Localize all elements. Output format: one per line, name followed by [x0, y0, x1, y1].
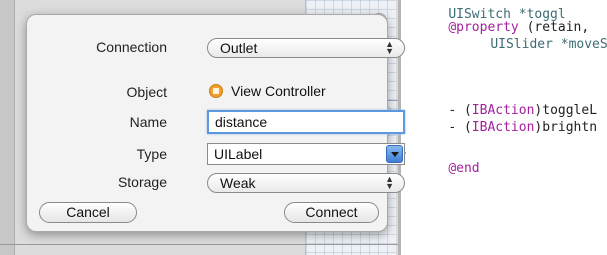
type-combo-box[interactable]: UILabel [207, 143, 405, 165]
dropdown-arrow-icon[interactable] [386, 145, 403, 163]
code-line: UISlider *moveS [459, 22, 607, 67]
object-value: View Controller [231, 83, 326, 99]
connection-value: Outlet [220, 40, 258, 56]
code-line: - (IBAction)brightn [417, 105, 597, 150]
storage-label: Storage [117, 174, 167, 190]
object-label: Object [126, 84, 167, 100]
code-keyword: @end [448, 161, 480, 176]
code-line: @end [417, 146, 480, 191]
code-text: )brightn [534, 120, 598, 135]
storage-popup[interactable]: Weak ▲ ▼ [207, 173, 405, 193]
cancel-button[interactable]: Cancel [39, 202, 137, 223]
code-keyword: IBAction [471, 120, 535, 135]
type-value: UILabel [214, 146, 263, 162]
canvas-left-strip [0, 0, 15, 255]
view-controller-icon [209, 84, 223, 98]
code-text: - ( [448, 120, 472, 135]
connect-button[interactable]: Connect [284, 202, 379, 223]
updown-arrows-icon: ▲ ▼ [385, 174, 394, 191]
canvas-divider [0, 244, 400, 245]
name-field[interactable] [207, 110, 405, 134]
name-label: Name [129, 114, 167, 130]
code-editor[interactable]: UISwitch *toggl @property (retain, UISli… [401, 0, 607, 255]
storage-value: Weak [220, 175, 256, 191]
connection-popup[interactable]: Outlet ▲ ▼ [207, 38, 405, 58]
updown-arrows-icon: ▲ ▼ [385, 39, 394, 56]
type-label: Type [136, 146, 167, 162]
connection-label: Connection [96, 39, 167, 55]
connection-popover: Connection Outlet ▲ ▼ Object View Control… [26, 14, 405, 232]
code-text: UISlider *moveS [490, 37, 607, 52]
